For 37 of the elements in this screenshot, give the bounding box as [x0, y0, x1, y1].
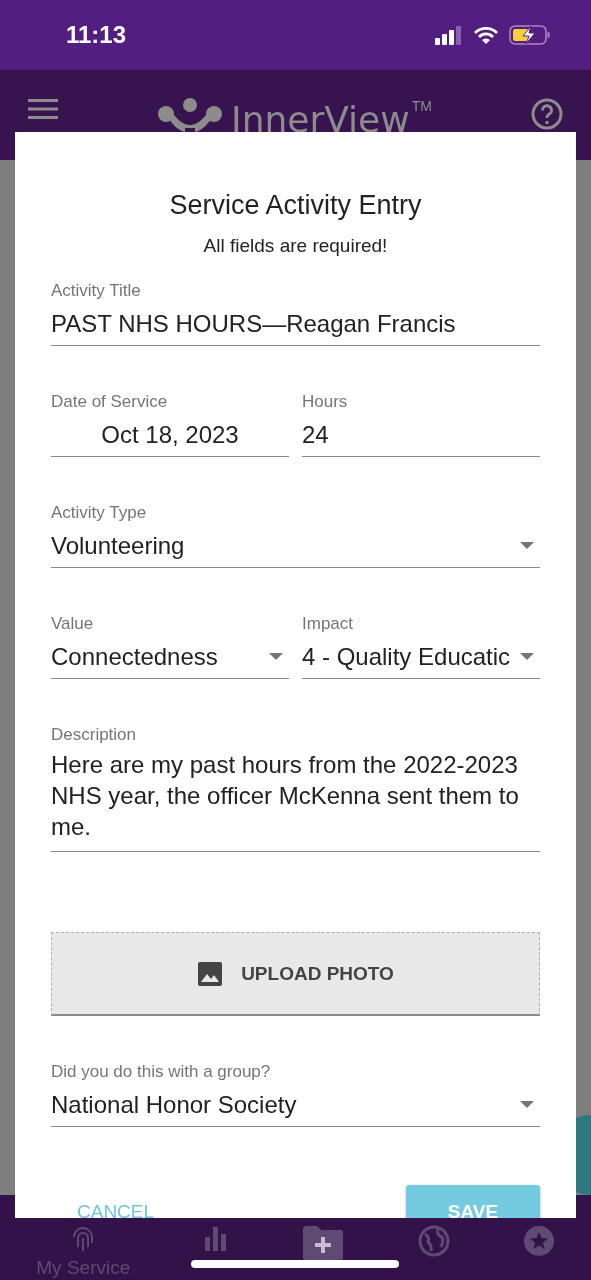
field-label: Description [51, 725, 138, 745]
image-icon [197, 960, 224, 987]
menu-icon[interactable] [28, 98, 58, 120]
dropdown-icon [269, 652, 283, 661]
bar-chart-icon [202, 1225, 229, 1251]
folder-plus-icon [301, 1225, 346, 1261]
dropdown-field[interactable]: National Honor Society [51, 1082, 540, 1127]
battery-charging-icon [509, 24, 551, 46]
dropdown-field[interactable]: 4 - Quality Educatic [302, 634, 540, 679]
dialog-title: Service Activity Entry [168, 190, 423, 221]
dialog-subtitle: All fields are required! [202, 235, 389, 257]
signal-icon [435, 25, 463, 45]
input-field[interactable]: PAST NHS HOURS—Reagan Francis [51, 301, 540, 346]
field-label: Activity Type [51, 503, 148, 523]
description-field[interactable]: Here are my past hours from the 2022-2023 NHS year, the officer McKenna sent them to me. [51, 745, 540, 852]
dropdown-icon [520, 541, 534, 550]
field-label: Impact [302, 614, 355, 634]
nav-label: My Service [36, 1257, 131, 1279]
field-label: Hours [302, 392, 349, 412]
dropdown-field[interactable]: Connectedness [51, 634, 289, 679]
field-label: Did you do this with a group? [51, 1062, 272, 1082]
date-field[interactable]: Oct 18, 2023 [51, 412, 289, 457]
dropdown-field[interactable]: Volunteering [51, 523, 540, 568]
upload-photo-button[interactable]: UPLOAD PHOTO [51, 932, 540, 1016]
status-time: 11:13 [66, 21, 127, 49]
field-label: Value [51, 614, 95, 634]
input-field[interactable]: 24 [302, 412, 540, 457]
dropdown-icon [520, 652, 534, 661]
nav-tab[interactable] [301, 1225, 346, 1261]
wifi-icon [473, 25, 499, 45]
globe-icon [418, 1225, 451, 1257]
app-title: InnerView [231, 100, 410, 140]
field-label: Activity Title [51, 281, 142, 301]
dropdown-icon [520, 1100, 534, 1109]
field-label: Date of Service [51, 392, 169, 412]
trademark-mark: TM [411, 98, 432, 114]
help-icon[interactable] [531, 98, 563, 130]
